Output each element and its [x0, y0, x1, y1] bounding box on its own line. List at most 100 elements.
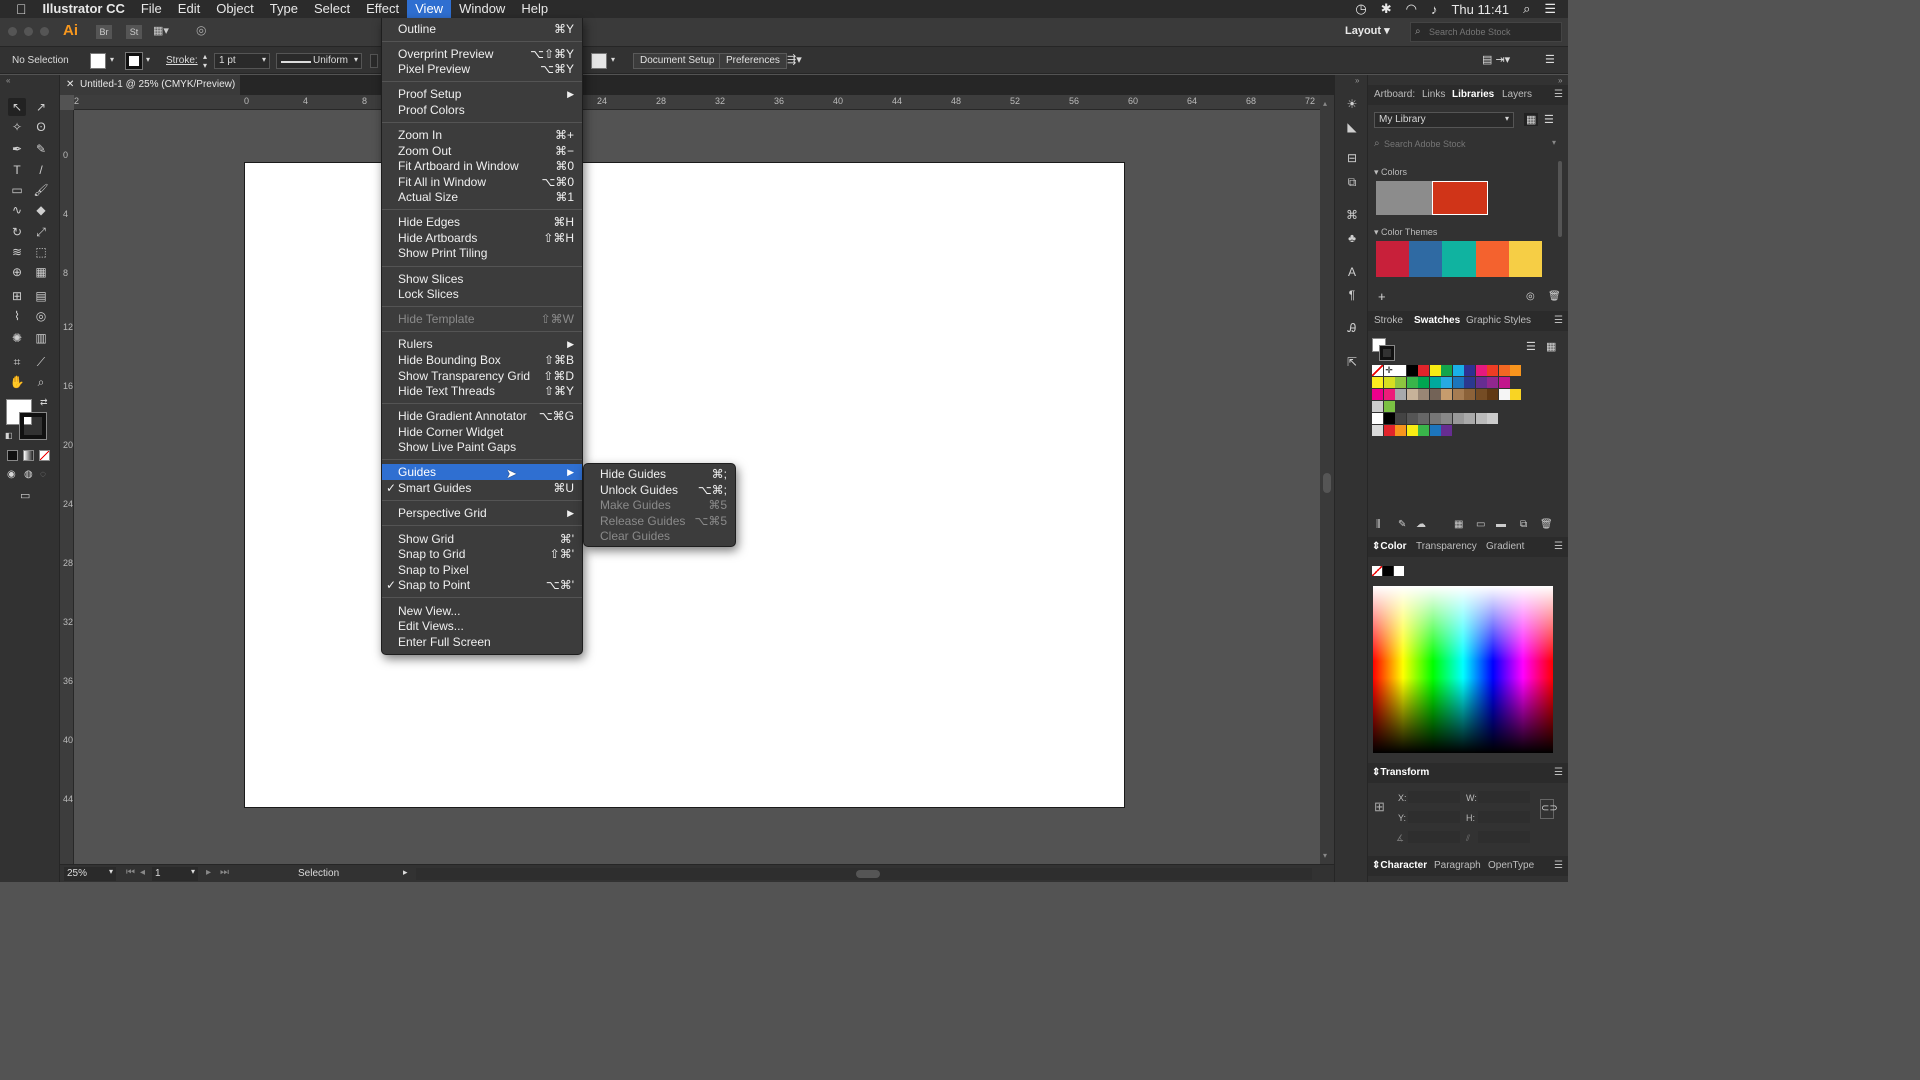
menu-object[interactable]: Object [208, 0, 262, 18]
color-swatch[interactable] [1441, 389, 1452, 400]
zoom-level-dropdown[interactable]: 25% ▾ [64, 867, 116, 881]
list-view-icon[interactable]: ☰ [1544, 113, 1554, 126]
stock-search-box[interactable]: ⌕ [1410, 22, 1562, 42]
color-swatch[interactable] [1395, 413, 1406, 424]
curvature-tool-icon[interactable]: ✎ [32, 140, 50, 158]
time-machine-icon[interactable]: ◷ [1355, 1, 1366, 17]
blend-tool-icon[interactable]: ◎ [32, 307, 50, 325]
color-swatch[interactable] [1395, 425, 1406, 436]
swatch-options-icon[interactable]: ▦ [1454, 519, 1463, 530]
swatch-stroke-box[interactable] [1379, 345, 1395, 361]
trash-icon[interactable]: 🗑 [1540, 519, 1553, 530]
color-swatch[interactable] [1406, 389, 1418, 400]
tab-layers[interactable]: Layers [1502, 85, 1532, 105]
line-segment-tool-icon[interactable]: / [32, 161, 50, 179]
color-swatch[interactable] [1452, 365, 1464, 376]
color-swatch[interactable] [1464, 389, 1475, 400]
menu-item-outline[interactable]: Outline ⌘Y [382, 21, 582, 37]
menu-item-zoom-in[interactable]: Zoom In ⌘+ [382, 127, 582, 143]
color-swatch[interactable] [1418, 365, 1429, 376]
menu-app-name[interactable]: Illustrator CC [35, 0, 133, 18]
tab-gradient[interactable]: Gradient [1486, 537, 1524, 557]
color-swatch[interactable] [1441, 425, 1452, 436]
shear-angle-icon[interactable]: ⫽ [1466, 833, 1470, 844]
swap-fill-stroke-icon[interactable]: ⇄ [40, 397, 48, 408]
apple-icon[interactable]:  [0, 0, 35, 18]
hand-tool-icon[interactable]: ✋ [8, 373, 26, 391]
perspective-grid-tool-icon[interactable]: ▦ [32, 263, 50, 281]
color-swatch[interactable] [1406, 377, 1418, 388]
menu-item-hide-text-threads[interactable]: Hide Text Threads ⇧⌘Y [382, 383, 582, 399]
tab-paragraph[interactable]: Paragraph [1434, 856, 1481, 876]
color-swatch[interactable] [1383, 401, 1395, 412]
artboard-number-field[interactable]: 1 ▾ [152, 867, 198, 881]
horizontal-ruler[interactable]: 2 0 4 8 24 28 32 36 40 44 48 52 56 60 64… [74, 95, 1320, 110]
align-icon[interactable]: ▤ ⇥▾ [1482, 53, 1510, 66]
scroll-down-icon[interactable]: ▾ [1323, 851, 1327, 860]
panel-menu-icon[interactable]: ☰ [1554, 311, 1563, 331]
paintbrush-tool-icon[interactable]: 🖌 [32, 181, 50, 199]
panel-collapse-icon[interactable]: » [1558, 76, 1562, 85]
tab-character[interactable]: ⇕ Character [1372, 856, 1427, 876]
stock-button[interactable]: St [126, 25, 142, 39]
tab-swatches[interactable]: Swatches [1414, 311, 1460, 331]
opentype-panel-icon[interactable]: Ꭿ [1343, 319, 1361, 337]
column-graph-tool-icon[interactable]: ▥ [32, 329, 50, 347]
eraser-tool-icon[interactable]: ◆ [32, 201, 50, 219]
color-swatch[interactable] [1395, 389, 1406, 400]
panel-menu-icon[interactable]: ☰ [1554, 537, 1563, 557]
next-artboard-icon[interactable]: ▸ [206, 867, 211, 878]
style-dropdown-icon[interactable]: ▾ [611, 55, 615, 64]
color-swatch[interactable] [1498, 365, 1510, 376]
rotate-tool-icon[interactable]: ↻ [8, 223, 26, 241]
width-tool-icon[interactable]: ≋ [8, 243, 26, 261]
color-swatch[interactable] [1498, 377, 1510, 388]
draw-normal-icon[interactable]: ◉ [7, 469, 16, 480]
color-swatch[interactable] [1452, 413, 1464, 424]
stroke-weight-field[interactable]: 1 pt ▾ [214, 53, 270, 69]
panel-collapse-icon[interactable]: « [6, 76, 10, 85]
color-swatch[interactable] [1487, 413, 1498, 424]
color-swatch[interactable] [1452, 389, 1464, 400]
color-swatch[interactable] [1464, 413, 1475, 424]
color-swatch[interactable] [1510, 365, 1521, 376]
tab-color[interactable]: ⇕ Color [1372, 537, 1407, 557]
grid-view-icon[interactable]: ▦ [1524, 113, 1539, 126]
color-swatch[interactable] [1406, 365, 1418, 376]
menu-item-overprint-preview[interactable]: Overprint Preview ⌥⇧⌘Y [382, 46, 582, 62]
thumbnail-view-icon[interactable]: ▦ [1546, 340, 1556, 353]
appearance-panel-icon[interactable]: ☀ [1343, 95, 1361, 113]
tab-links[interactable]: Links [1422, 85, 1445, 105]
library-dropdown[interactable]: My Library ▾ [1374, 112, 1514, 128]
status-menu-arrow-icon[interactable]: ▸ [403, 867, 408, 878]
transform-x-field[interactable] [1408, 791, 1460, 803]
color-spectrum[interactable] [1373, 586, 1553, 753]
first-artboard-icon[interactable]: ⏮ [126, 867, 135, 878]
screen-mode-icon[interactable]: ▭ [20, 489, 30, 502]
tab-transform[interactable]: ⇕ Transform [1372, 763, 1429, 783]
direct-selection-tool-icon[interactable]: ↗ [32, 98, 50, 116]
document-tab[interactable]: ✕ Untitled-1 @ 25% (CMYK/Preview) [60, 75, 240, 95]
menu-item-snap-to-pixel[interactable]: Snap to Pixel [382, 562, 582, 578]
color-swatch[interactable] [1383, 377, 1395, 388]
menu-item-hide-bounding-box[interactable]: Hide Bounding Box ⇧⌘B [382, 352, 582, 368]
color-swatch[interactable] [1418, 389, 1429, 400]
show-kinds-icon[interactable]: ✎ [1398, 519, 1406, 530]
menu-select[interactable]: Select [306, 0, 358, 18]
zoom-tool-icon[interactable]: ⌕ [32, 373, 50, 391]
character-panel-icon[interactable]: A [1343, 263, 1361, 281]
color-swatch[interactable] [1498, 389, 1510, 400]
symbol-sprayer-tool-icon[interactable]: ✺ [8, 329, 26, 347]
menu-item-hide-edges[interactable]: Hide Edges ⌘H [382, 214, 582, 230]
menu-item-edit-views[interactable]: Edit Views... [382, 618, 582, 634]
tab-libraries[interactable]: Libraries [1452, 85, 1494, 105]
tab-graphic-styles[interactable]: Graphic Styles [1466, 311, 1531, 331]
shape-builder-tool-icon[interactable]: ⊕ [8, 263, 26, 281]
menu-item-show-grid[interactable]: Show Grid ⌘' [382, 531, 582, 547]
paragraph-panel-icon[interactable]: ¶ [1343, 286, 1361, 304]
fill-swatch[interactable] [90, 53, 106, 69]
tab-transparency[interactable]: Transparency [1416, 537, 1477, 557]
menu-type[interactable]: Type [262, 0, 306, 18]
color-swatch[interactable] [1487, 389, 1498, 400]
color-swatch[interactable] [1383, 413, 1395, 424]
